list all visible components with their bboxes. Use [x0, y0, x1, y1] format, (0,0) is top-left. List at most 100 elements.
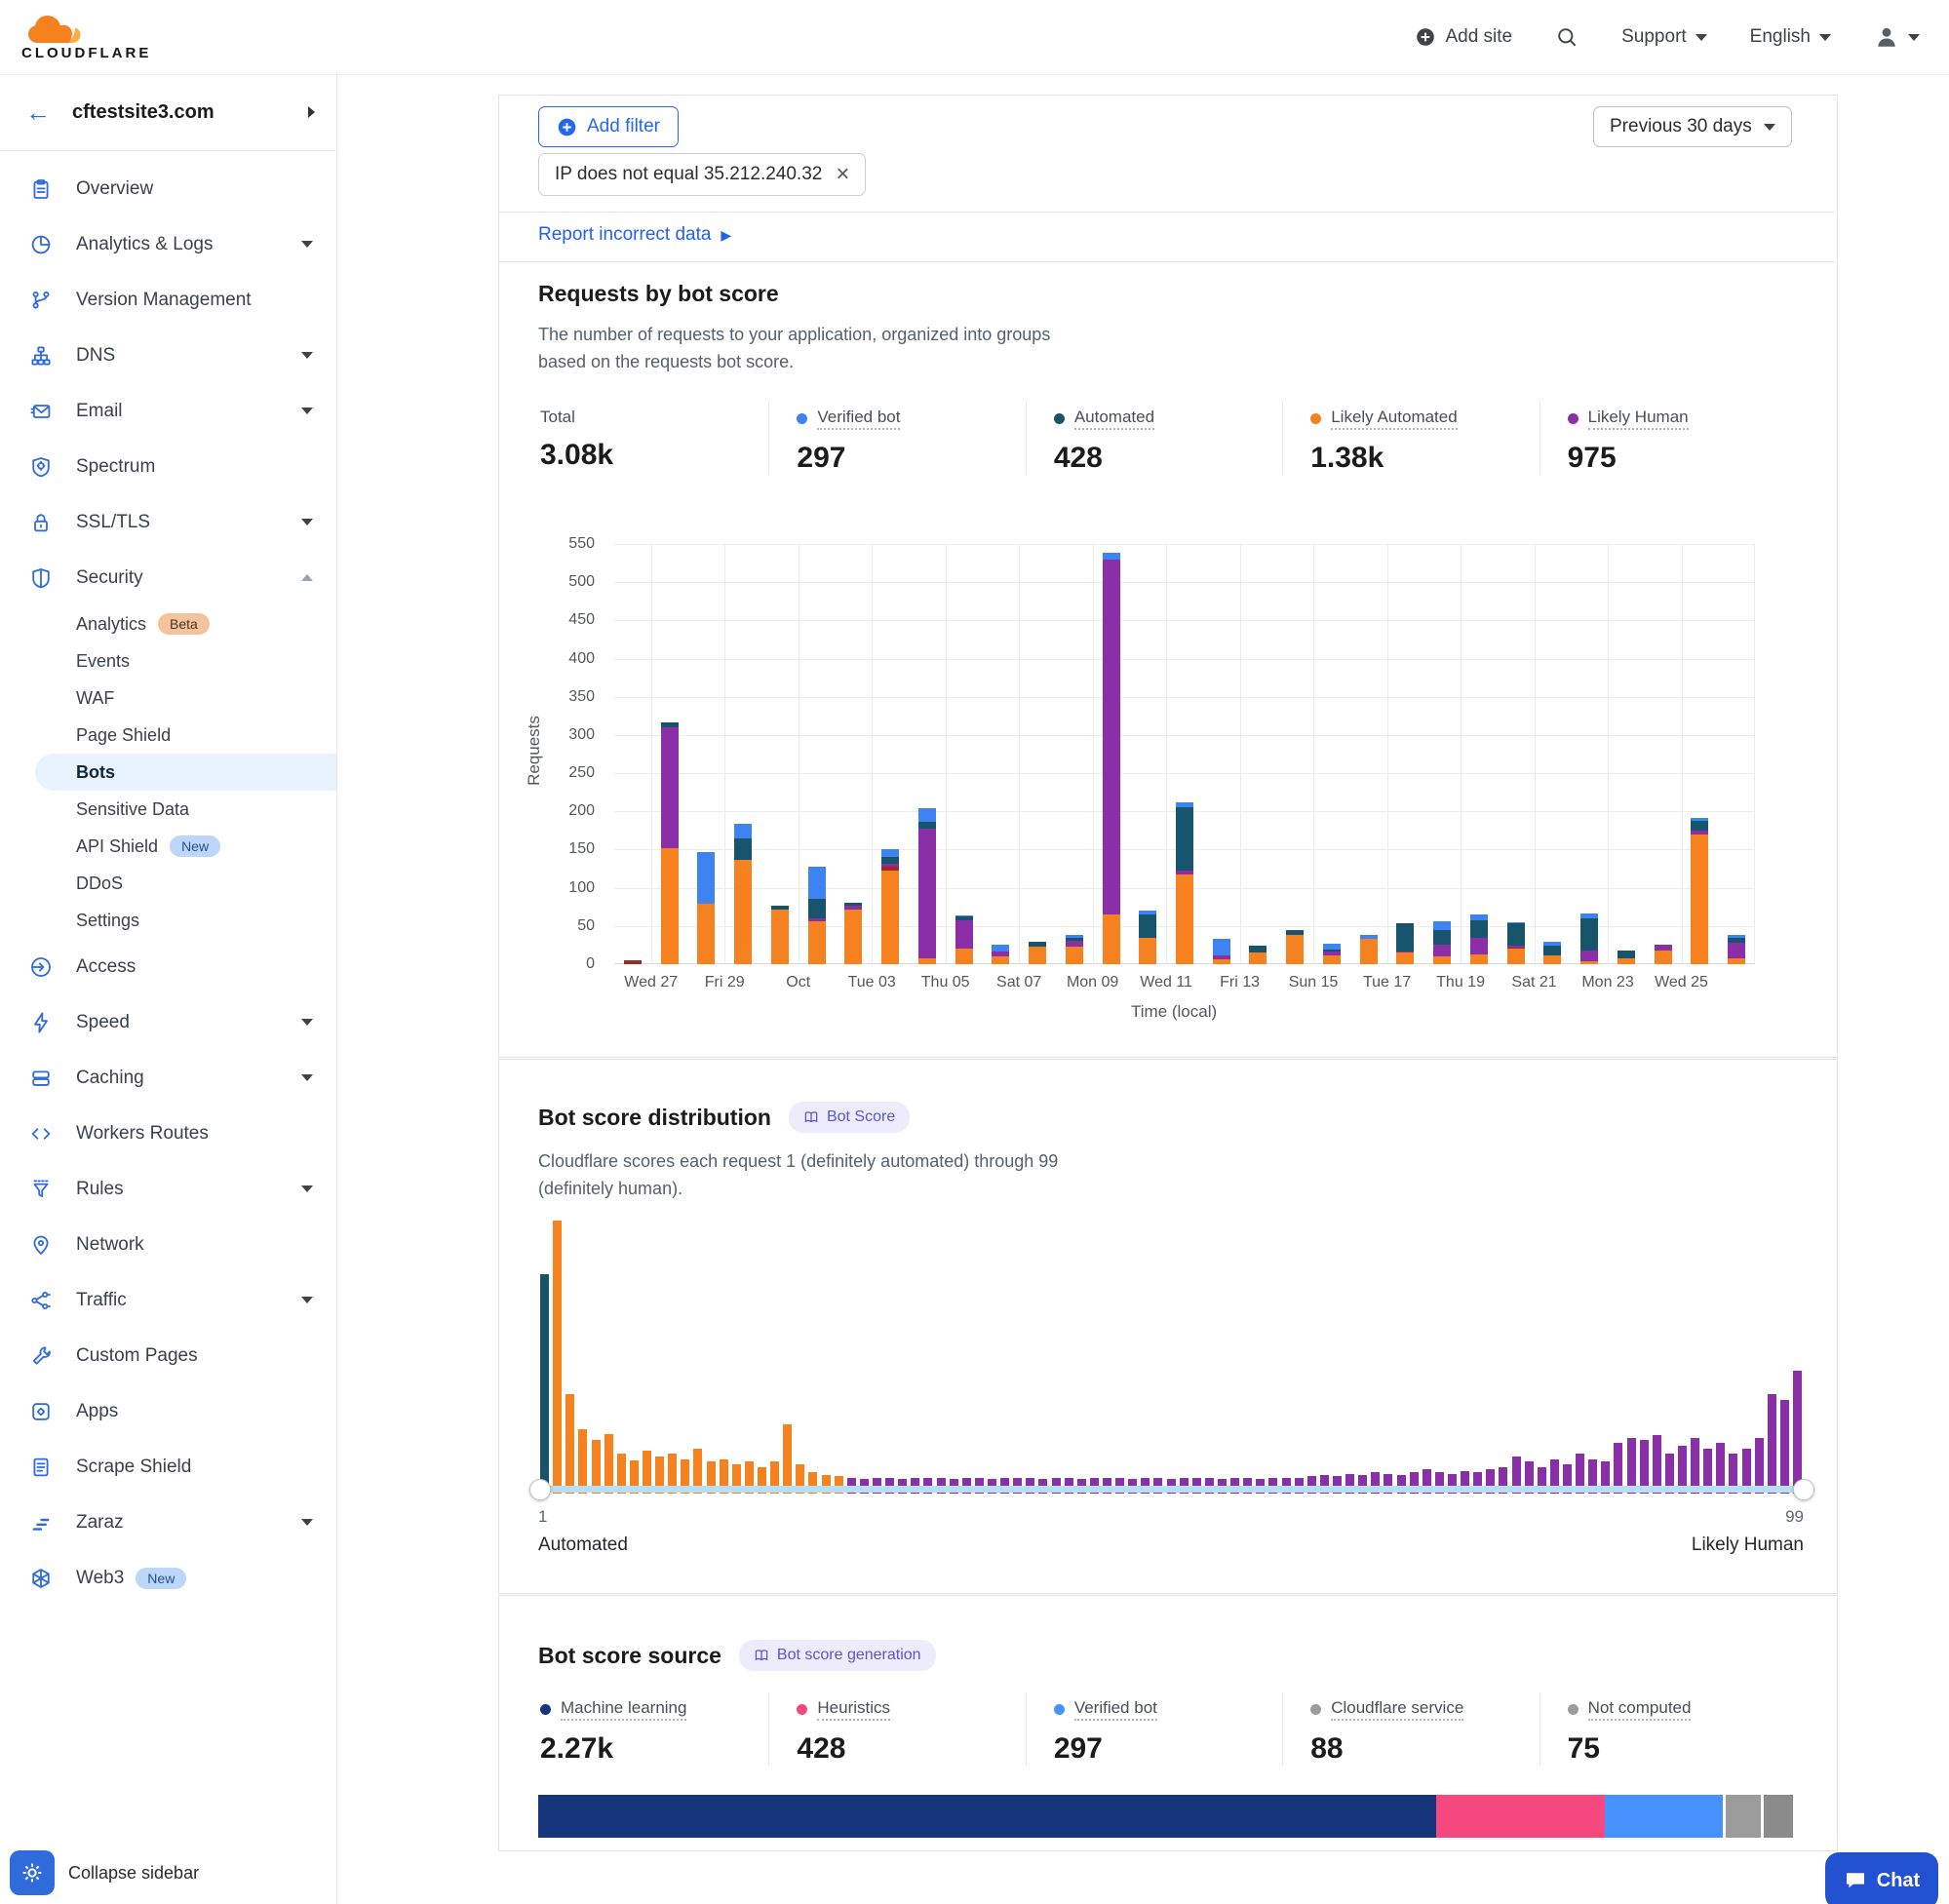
chevron-down-icon: [301, 1297, 313, 1303]
sidebar-item-settings[interactable]: Settings: [0, 902, 336, 939]
stat-label[interactable]: Cloudflare service: [1331, 1698, 1463, 1721]
close-icon[interactable]: ×: [836, 163, 849, 186]
sidebar-item-bots[interactable]: Bots: [35, 754, 336, 791]
sidebar-item-events[interactable]: Events: [0, 642, 336, 680]
stat-label[interactable]: Verified bot: [1074, 1698, 1157, 1721]
sidebar-item-label: WAF: [76, 688, 114, 709]
sidebar-item-label: Version Management: [76, 290, 252, 311]
sidebar-item-speed[interactable]: Speed: [0, 994, 336, 1050]
support-label: Support: [1621, 26, 1687, 48]
chat-label: Chat: [1877, 1870, 1920, 1892]
stat-label[interactable]: Likely Human: [1588, 408, 1689, 430]
back-arrow-icon[interactable]: ←: [25, 97, 51, 128]
chart-bar-segment: [955, 949, 973, 965]
sidebar-item-scrape-shield[interactable]: Scrape Shield: [0, 1439, 336, 1495]
chart-bar-segment: [992, 945, 1009, 952]
sidebar-item-traffic[interactable]: Traffic: [0, 1272, 336, 1328]
slider-handle-max[interactable]: [1793, 1479, 1814, 1500]
slider-max-value: 99: [1745, 1507, 1804, 1527]
source-bar-segment-not-computed: [1764, 1795, 1793, 1838]
legend-dot-icon: [1054, 1704, 1065, 1715]
sidebar-item-version-management[interactable]: Version Management: [0, 272, 336, 328]
sidebar-item-analytics[interactable]: AnalyticsBeta: [0, 605, 336, 642]
zaraz-icon: [29, 1511, 53, 1535]
settings-gear-button[interactable]: [10, 1850, 55, 1895]
site-selector[interactable]: ← cftestsite3.com: [0, 74, 336, 151]
stat-label[interactable]: Verified bot: [817, 408, 900, 430]
chart-bar-segment: [918, 808, 936, 822]
sidebar-item-sensitive-data[interactable]: Sensitive Data: [0, 791, 336, 828]
histogram-bar: [783, 1424, 792, 1494]
sidebar-item-zaraz[interactable]: Zaraz: [0, 1495, 336, 1550]
support-menu[interactable]: Support: [1621, 26, 1707, 48]
sidebar-item-label: Network: [76, 1234, 144, 1256]
chart-bar: [624, 960, 642, 964]
stat-label[interactable]: Not computed: [1588, 1698, 1692, 1721]
search-button[interactable]: [1555, 25, 1579, 49]
stat-header: Total: [540, 408, 768, 427]
stat-value: 428: [1054, 442, 1282, 475]
language-menu[interactable]: English: [1750, 26, 1831, 48]
chart-bar-segment: [1249, 946, 1267, 952]
chart-bar-segment: [808, 867, 826, 900]
sidebar-item-spectrum[interactable]: Spectrum: [0, 439, 336, 494]
score-histogram: [538, 1221, 1804, 1494]
sidebar-item-caching[interactable]: Caching: [0, 1050, 336, 1106]
source-bar-segment-heuristics: [1436, 1795, 1606, 1838]
chart-bar: [1655, 945, 1672, 964]
sidebar-item-analytics-logs[interactable]: Analytics & Logs: [0, 216, 336, 272]
gridline: [1240, 544, 1241, 964]
stat-header: Not computed: [1568, 1698, 1796, 1721]
add-filter-button[interactable]: Add filter: [538, 106, 679, 147]
gridline: [614, 735, 1755, 736]
report-incorrect-data-link[interactable]: Report incorrect data ▶: [538, 224, 731, 246]
divider: [499, 212, 1835, 213]
stat-label[interactable]: Likely Automated: [1331, 408, 1457, 430]
bot-score-badge[interactable]: Bot Score: [789, 1102, 910, 1133]
document-icon: [29, 1456, 53, 1479]
sidebar-item-custom-pages[interactable]: Custom Pages: [0, 1328, 336, 1383]
cloudflare-logo[interactable]: CLOUDFLARE: [21, 14, 151, 61]
sidebar-nav: OverviewAnalytics & Logs Version Manageme…: [0, 151, 336, 1606]
stat-label[interactable]: Machine learning: [561, 1698, 686, 1721]
add-site-button[interactable]: Add site: [1415, 26, 1512, 48]
sidebar-item-ddos[interactable]: DDoS: [0, 865, 336, 902]
stat-cloudflare-service: Cloudflare service88: [1282, 1692, 1539, 1766]
y-tick-label: 150: [526, 840, 595, 858]
time-range-dropdown[interactable]: Previous 30 days: [1593, 106, 1792, 147]
sidebar: ← cftestsite3.com OverviewAnalytics & Lo…: [0, 74, 337, 1904]
sidebar-item-page-shield[interactable]: Page Shield: [0, 717, 336, 754]
sidebar-item-access[interactable]: Access: [0, 939, 336, 994]
chat-button[interactable]: Chat: [1825, 1852, 1938, 1904]
sidebar-item-overview[interactable]: Overview: [0, 161, 336, 216]
sidebar-item-waf[interactable]: WAF: [0, 680, 336, 717]
pie-chart-icon: [29, 233, 53, 256]
bot-score-generation-badge[interactable]: Bot score generation: [739, 1640, 936, 1671]
account-menu[interactable]: [1874, 24, 1920, 50]
score-slider-track[interactable]: [538, 1486, 1804, 1493]
app-icon: [29, 1400, 53, 1423]
divider: [499, 261, 1835, 262]
sidebar-item-dns[interactable]: DNS: [0, 328, 336, 383]
sidebar-item-ssl-tls[interactable]: SSL/TLS: [0, 494, 336, 550]
sidebar-item-api-shield[interactable]: API ShieldNew: [0, 828, 336, 865]
sidebar-item-workers-routes[interactable]: Workers Routes: [0, 1106, 336, 1161]
sidebar-item-web3[interactable]: Web3New: [0, 1550, 336, 1606]
histogram-bar: [1768, 1394, 1776, 1494]
stat-label[interactable]: Heuristics: [817, 1698, 890, 1721]
filter-chip[interactable]: IP does not equal 35.212.240.32 ×: [538, 153, 866, 196]
sidebar-item-apps[interactable]: Apps: [0, 1383, 336, 1439]
sidebar-item-network[interactable]: Network: [0, 1217, 336, 1272]
sidebar-item-email[interactable]: Email: [0, 383, 336, 439]
chart-bar: [697, 852, 715, 964]
collapse-sidebar-button[interactable]: Collapse sidebar: [68, 1863, 199, 1884]
legend-dot-icon: [540, 1704, 551, 1715]
sidebar-item-security[interactable]: Security: [0, 550, 336, 605]
stat-label[interactable]: Automated: [1074, 408, 1154, 430]
slider-handle-min[interactable]: [529, 1479, 551, 1500]
stat-automated: Automated 428: [1026, 402, 1282, 475]
search-icon: [1555, 25, 1579, 49]
sidebar-item-rules[interactable]: Rules: [0, 1161, 336, 1217]
top-header: CLOUDFLARE Add site Support English: [0, 0, 1949, 75]
chart-bar: [734, 824, 752, 964]
